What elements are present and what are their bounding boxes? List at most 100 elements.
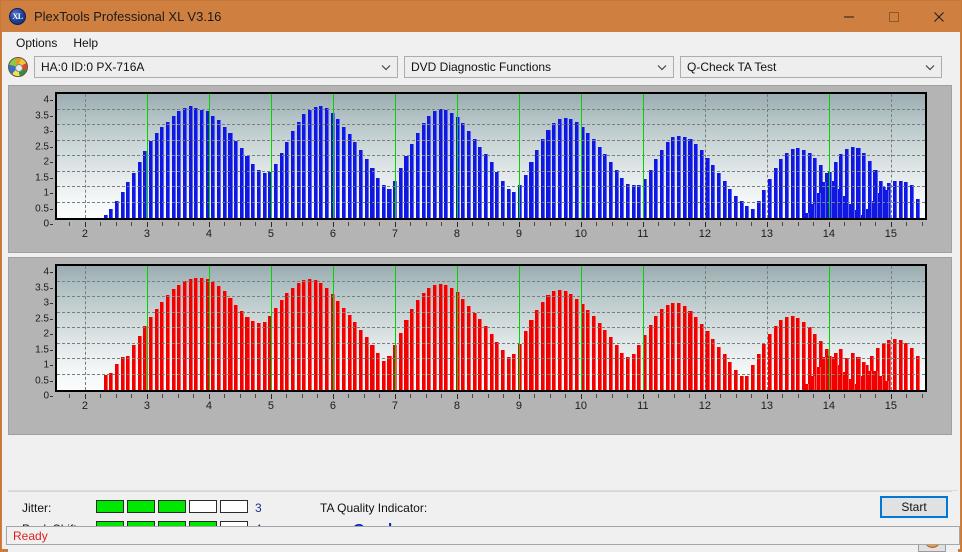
marker-line — [642, 266, 644, 390]
gridline-horizontal — [57, 201, 925, 203]
chart-bar — [103, 214, 108, 218]
chart-bar — [120, 191, 125, 218]
chart-bar — [745, 205, 750, 218]
start-button[interactable]: Start — [880, 496, 948, 518]
chart-bar — [756, 200, 761, 218]
x-axis-tick — [425, 394, 427, 398]
gridline-vertical — [84, 94, 86, 218]
function-select[interactable]: DVD Diagnostic Functions — [404, 56, 674, 78]
x-axis-tick — [518, 222, 520, 227]
y-axis-tick-label: 1 — [43, 187, 49, 199]
x-axis-tick — [177, 222, 179, 226]
chart-bar — [404, 156, 409, 218]
chart-bar — [762, 343, 767, 390]
chart-bar — [671, 137, 676, 218]
chart-bar — [370, 345, 375, 390]
meter-block — [96, 500, 124, 513]
x-axis-tick — [751, 394, 753, 398]
chart-bar — [523, 174, 528, 218]
y-axis-tick-label: 2 — [43, 328, 49, 340]
x-axis-tick — [813, 222, 815, 226]
chart-bar — [586, 310, 591, 390]
test-select[interactable]: Q-Check TA Test — [680, 56, 942, 78]
chart-bar — [245, 156, 250, 218]
marker-line — [456, 266, 458, 390]
ta-peak-shift-chart-panel: 0 0.5 1 1.5 2 2.5 3 3.5 4 2 3 4 5 6 7 8 9 10 11 12 13 14 15 — [8, 257, 952, 435]
chart-bar — [839, 349, 844, 390]
x-axis-tick — [394, 394, 396, 399]
x-axis-tick — [782, 222, 784, 226]
chart-bar — [273, 163, 278, 218]
x-axis-tick — [611, 222, 613, 226]
chart-bar — [523, 331, 528, 390]
chart-bar — [466, 131, 472, 218]
x-axis-tick-label: 9 — [515, 228, 522, 240]
drive-select[interactable]: HA:0 ID:0 PX-716A — [34, 56, 398, 78]
chart-bar — [415, 300, 420, 390]
x-axis-tick — [642, 394, 644, 399]
x-axis-tick — [255, 394, 257, 398]
chart-bar — [688, 310, 693, 390]
maximize-icon[interactable] — [871, 1, 916, 32]
x-axis-tick — [177, 394, 179, 398]
x-axis-tick — [627, 222, 629, 226]
y-axis-tick — [50, 177, 53, 179]
close-icon[interactable] — [916, 1, 961, 32]
x-axis-tick-label: 8 — [453, 400, 460, 412]
x-axis-tick — [921, 394, 923, 398]
x-axis-tick — [766, 222, 768, 227]
chart-bar — [137, 335, 142, 390]
y-axis-tick — [50, 303, 53, 304]
menu-item-help[interactable]: Help — [65, 34, 106, 52]
chart-bar — [705, 331, 710, 390]
chart-bar — [285, 142, 290, 218]
chart-bar — [535, 149, 540, 218]
x-axis-tick — [115, 394, 117, 398]
disc-drive-icon — [8, 57, 28, 77]
x-axis-tick — [379, 222, 381, 226]
chart-bar — [660, 309, 665, 390]
x-axis-tick — [131, 394, 133, 398]
chart-bar — [222, 291, 227, 390]
chart-bar — [478, 319, 483, 390]
y-axis-tick-label: 0 — [43, 218, 49, 230]
x-axis-tick — [425, 222, 427, 226]
y-axis-tick — [50, 224, 53, 225]
title-bar: XL PlexTools Professional XL V3.16 — [1, 1, 961, 32]
y-axis-tick — [50, 318, 53, 320]
menu-item-options[interactable]: Options — [8, 34, 65, 52]
x-axis-tick — [379, 394, 381, 398]
marker-line — [456, 94, 458, 218]
chart-bar — [892, 338, 897, 390]
y-axis-tick-label: 0 — [43, 390, 49, 402]
chart-bar — [239, 310, 244, 390]
app-window: XL PlexTools Professional XL V3.16 Optio… — [0, 0, 962, 552]
x-axis-tick-label: 8 — [453, 228, 460, 240]
gridline-horizontal — [57, 186, 925, 187]
x-axis-tick — [193, 222, 195, 226]
chart-bar — [262, 321, 267, 390]
x-axis-tick — [673, 222, 675, 226]
gridline-vertical — [890, 94, 892, 218]
x-axis-tick — [456, 394, 458, 399]
minimize-icon[interactable] — [826, 1, 871, 32]
y-axis-tick — [50, 349, 53, 351]
chart-bar — [711, 165, 716, 218]
x-axis-tick — [673, 394, 675, 398]
gridline-horizontal — [57, 373, 925, 375]
x-axis-tick-label: 10 — [574, 400, 588, 412]
chart-bar — [364, 337, 369, 390]
chart-bar — [279, 300, 284, 390]
chart-bar — [160, 301, 165, 390]
gridline-vertical — [766, 94, 768, 218]
x-axis-tick-label: 13 — [760, 400, 774, 412]
chart-bar — [705, 157, 710, 218]
y-axis-tick — [50, 146, 53, 148]
x-axis-tick-label: 14 — [822, 400, 836, 412]
chart-bar — [245, 317, 250, 390]
x-axis-tick — [797, 394, 799, 398]
x-axis-tick — [317, 394, 319, 398]
chart-bar — [805, 383, 810, 390]
chart-bar — [109, 208, 114, 218]
y-axis-tick — [50, 272, 53, 273]
